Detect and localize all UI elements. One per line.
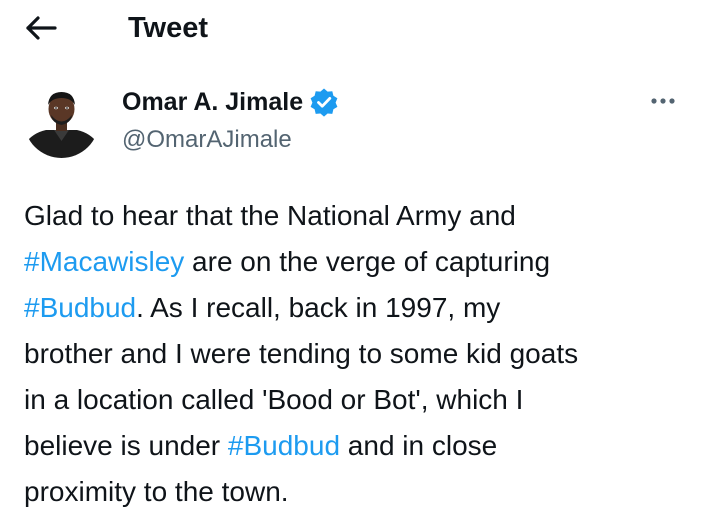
arrow-left-icon — [24, 12, 60, 44]
tweet-text-segment: brother and I were tending to some kid g… — [24, 338, 579, 369]
hashtag-link[interactable]: #Macawisley — [24, 246, 184, 277]
tweet-text-line: brother and I were tending to some kid g… — [24, 331, 694, 377]
tweet-text-segment: in a location called 'Bood or Bot', whic… — [24, 384, 524, 415]
tweet-text-line: in a location called 'Bood or Bot', whic… — [24, 377, 694, 423]
author-handle[interactable]: @OmarAJimale — [122, 124, 292, 156]
tweet-text-segment: are on the verge of capturing — [184, 246, 551, 277]
verified-badge-icon — [309, 87, 339, 117]
tweet-text-line: proximity to the town. — [24, 469, 694, 515]
tweet-text-line: believe is under #Budbud and in close — [24, 423, 694, 469]
tweet-text-segment: Glad to hear that the National Army and — [24, 200, 516, 231]
author-name-text: Omar A. Jimale — [122, 88, 304, 116]
tweet-text-segment: . As I recall, back in 1997, my — [136, 292, 501, 323]
page-title: Tweet — [128, 12, 209, 44]
tweet-text-line: Glad to hear that the National Army and — [24, 193, 694, 239]
more-options-button[interactable] — [644, 86, 684, 116]
more-horizontal-icon — [644, 86, 684, 116]
tweet-text-line: #Budbud. As I recall, back in 1997, my — [24, 285, 694, 331]
avatar[interactable] — [24, 83, 99, 158]
tweet-text-line: #Macawisley are on the verge of capturin… — [24, 239, 694, 285]
top-bar: Tweet — [0, 0, 707, 56]
hashtag-link[interactable]: #Budbud — [24, 292, 136, 323]
hashtag-link[interactable]: #Budbud — [228, 430, 340, 461]
tweet-text-segment: proximity to the town. — [24, 476, 289, 507]
tweet-text: Glad to hear that the National Army and #… — [24, 193, 694, 515]
tweet-text-segment: and in close — [340, 430, 498, 461]
tweet-text-segment: believe is under — [24, 430, 228, 461]
back-button[interactable] — [24, 12, 60, 44]
author-name[interactable]: Omar A. Jimale — [122, 86, 339, 118]
